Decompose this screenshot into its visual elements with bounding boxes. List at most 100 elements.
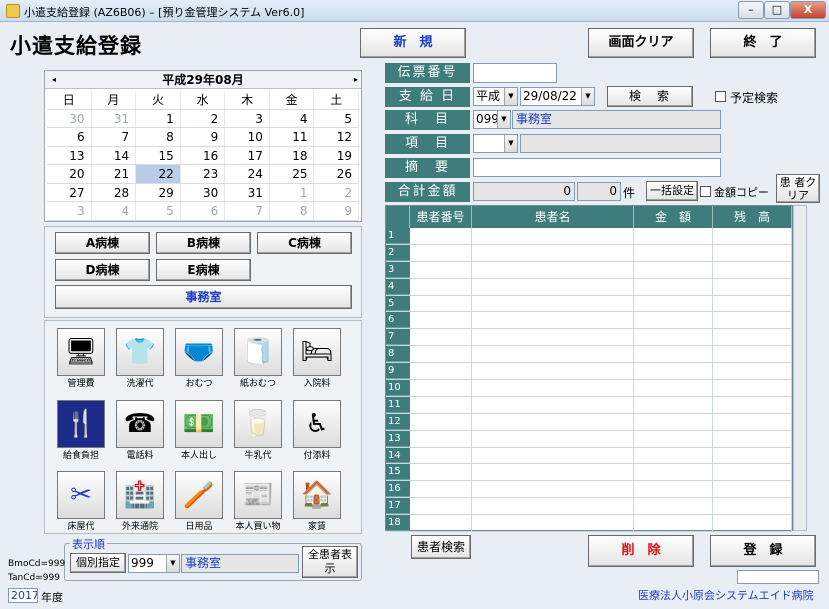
table-row[interactable]: 13 [386,430,792,448]
calendar-day[interactable]: 21 [92,165,137,183]
table-row[interactable]: 3 [386,261,792,279]
calendar-day[interactable]: 15 [136,146,181,164]
calendar-day[interactable]: 30 [47,109,92,127]
calendar-day[interactable]: 2 [181,109,226,127]
calendar-day[interactable]: 30 [181,183,226,201]
calendar-day[interactable]: 24 [225,165,270,183]
table-row[interactable]: 15 [386,464,792,482]
calendar-day[interactable]: 27 [47,183,92,201]
patient-clear-button[interactable]: 患 者クリア [776,174,820,203]
table-row[interactable]: 10 [386,380,792,397]
calendar-day[interactable]: 13 [47,146,92,164]
close-window-button[interactable]: X [790,1,826,19]
table-row[interactable]: 5 [386,295,792,313]
item-outpatient[interactable]: 🏥 外来通院 [114,471,166,532]
ward-a-button[interactable]: A病棟 [55,232,150,254]
office-button[interactable]: 事務室 [55,285,352,309]
calendar-day[interactable]: 8 [136,128,181,146]
minimize-button[interactable]: – [738,1,764,19]
subject-code-select[interactable]: 099 ▼ [473,110,511,129]
item-meal[interactable]: 🍴 給食負担 [55,400,107,461]
calendar-day[interactable]: 18 [270,146,315,164]
table-row[interactable]: 4 [386,278,792,296]
table-row[interactable]: 14 [386,447,792,465]
ward-c-button[interactable]: C病棟 [257,232,352,254]
calendar-day[interactable]: 4 [270,109,315,127]
order-code-select[interactable]: 999 ▼ [128,554,180,573]
calendar-day[interactable]: 10 [225,128,270,146]
calendar-day[interactable]: 31 [225,183,270,201]
table-row[interactable]: 16 [386,481,792,499]
calendar-day[interactable]: 8 [270,202,315,220]
exit-button[interactable]: 終 了 [710,28,816,58]
amount-copy-checkbox[interactable] [700,186,711,197]
calendar-day[interactable]: 28 [92,183,137,201]
item-attendant[interactable]: ♿ 付添料 [291,400,343,461]
search-button[interactable]: 検 索 [607,86,693,107]
table-row[interactable]: 7 [386,329,792,347]
table-row[interactable]: 9 [386,363,792,381]
table-row[interactable]: 17 [386,498,792,516]
grid-scrollbar[interactable] [793,205,807,531]
calendar-day[interactable]: 23 [181,165,226,183]
table-row[interactable]: 12 [386,413,792,431]
individual-button[interactable]: 個別指定 [70,553,126,573]
ward-e-button[interactable]: E病棟 [156,259,251,281]
ward-d-button[interactable]: D病棟 [55,259,150,281]
calendar-day[interactable]: 4 [92,202,137,220]
item-code-select[interactable]: ▼ [473,134,518,153]
table-row[interactable]: 11 [386,396,792,414]
table-row[interactable]: 18 [386,515,792,533]
item-diaper[interactable]: 🩲 おむつ [173,328,225,389]
calendar-prev-icon[interactable]: ◂ [48,71,60,89]
item-management-fee[interactable]: 🖥 管理費 [55,328,107,389]
item-shopping[interactable]: 📰 本人買い物 [232,471,284,532]
calendar-day[interactable]: 9 [314,202,360,220]
delete-button[interactable]: 削 除 [588,535,694,567]
calendar-day[interactable]: 5 [136,202,181,220]
calendar-day[interactable]: 1 [136,109,181,127]
calendar-day[interactable]: 9 [181,128,226,146]
item-daily-goods[interactable]: 🪥 日用品 [173,471,225,532]
table-row[interactable]: 6 [386,312,792,330]
item-laundry[interactable]: 👕 洗濯代 [114,328,166,389]
calendar-day[interactable]: 16 [181,146,226,164]
calendar-day[interactable]: 7 [225,202,270,220]
table-row[interactable]: 1 [386,228,792,245]
calendar-day[interactable]: 3 [47,202,92,220]
calendar-day[interactable]: 12 [314,128,360,146]
table-row[interactable]: 8 [386,346,792,364]
date-picker[interactable]: 29/08/22 ▼ [520,87,595,106]
item-phone[interactable]: ☎ 電話料 [114,400,166,461]
calendar-day[interactable]: 11 [270,128,315,146]
item-barber[interactable]: ✂ 床屋代 [55,471,107,532]
item-milk[interactable]: 🥛 牛乳代 [232,400,284,461]
calendar-day[interactable]: 3 [225,109,270,127]
era-select[interactable]: 平成 ▼ [473,87,518,106]
calendar-day[interactable]: 2 [314,183,360,201]
calendar-day[interactable]: 5 [314,109,360,127]
calendar-day-selected[interactable]: 22 [136,165,181,183]
new-button[interactable]: 新 規 [360,28,466,58]
calendar-day[interactable]: 14 [92,146,137,164]
calendar-day[interactable]: 31 [92,109,137,127]
register-button[interactable]: 登 録 [710,535,816,567]
planned-search-checkbox[interactable] [715,91,726,102]
memo-input[interactable] [473,158,721,177]
slip-number-input[interactable] [473,63,557,83]
calendar-next-icon[interactable]: ▸ [346,71,358,89]
patient-search-button[interactable]: 患者検索 [411,535,471,559]
all-patients-button[interactable]: 全患者表示 [302,546,358,578]
item-paper-diaper[interactable]: 🧻 紙おむつ [232,328,284,389]
calendar-day[interactable]: 25 [270,165,315,183]
item-cash-out[interactable]: 💵 本人出し [173,400,225,461]
calendar-day[interactable]: 20 [47,165,92,183]
calendar-day[interactable]: 19 [314,146,360,164]
ward-b-button[interactable]: B病棟 [156,232,251,254]
calendar-day[interactable]: 1 [270,183,315,201]
calendar-day[interactable]: 6 [181,202,226,220]
calendar-day[interactable]: 26 [314,165,360,183]
table-row[interactable]: 2 [386,244,792,262]
clear-screen-button[interactable]: 画面クリア [588,28,694,58]
item-rent[interactable]: 🏠 家賃 [291,471,343,532]
